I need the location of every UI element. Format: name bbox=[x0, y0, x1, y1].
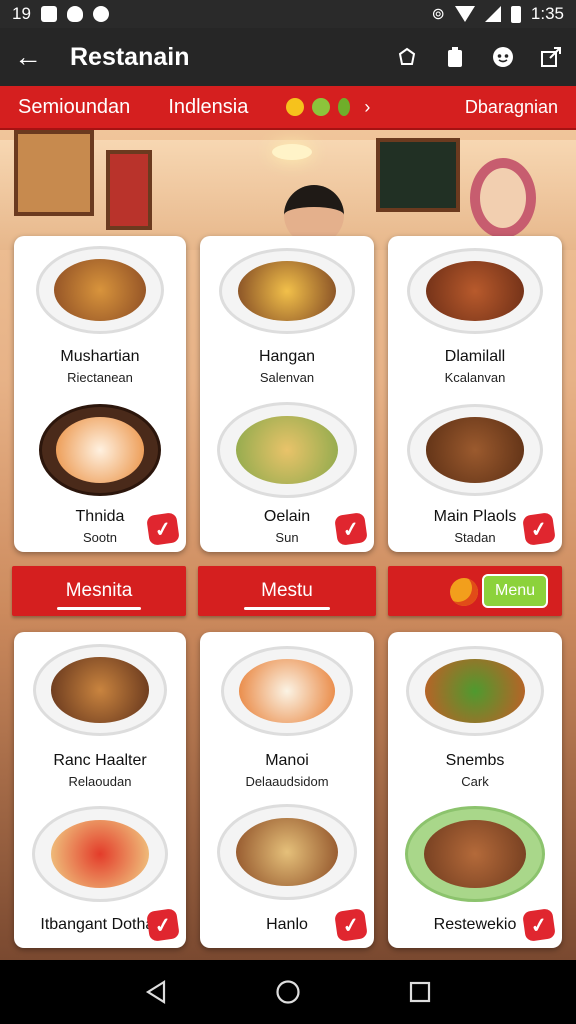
app-bar: ← Restanain bbox=[0, 28, 576, 86]
emoji-icon[interactable] bbox=[492, 46, 514, 68]
wifi-icon bbox=[454, 6, 475, 22]
ceiling-lamp bbox=[272, 144, 312, 160]
dish-subtitle: Cark bbox=[461, 774, 489, 789]
dish-name: Snembs bbox=[445, 752, 505, 769]
system-navigation-bar bbox=[0, 960, 576, 1024]
tab-indlensia[interactable]: Indlensia bbox=[168, 96, 248, 119]
check-icon[interactable]: ✓ bbox=[334, 908, 368, 942]
dish-image bbox=[217, 804, 357, 900]
dish-subtitle: Relaoudan bbox=[68, 774, 132, 789]
signal-icon bbox=[484, 6, 501, 22]
dish-name: Dlamilall bbox=[444, 348, 506, 365]
section-banner-menu: Menu bbox=[388, 566, 562, 616]
dish-subtitle: Riectanean bbox=[67, 370, 133, 385]
flame-icon bbox=[450, 578, 478, 606]
section-banner-mestu[interactable]: Mestu bbox=[198, 566, 376, 616]
dish-image bbox=[36, 246, 164, 334]
section-banner-mesnita[interactable]: Mesnita bbox=[12, 566, 186, 616]
home-circle-icon[interactable] bbox=[274, 978, 302, 1006]
banner-underline bbox=[244, 607, 330, 610]
menu-button[interactable]: Menu bbox=[482, 574, 548, 608]
dish-card[interactable]: Dlamilall Kcalanvan Main Plaols Stadan ✓ bbox=[388, 236, 562, 552]
dish-subtitle: Delaaudsidom bbox=[245, 774, 329, 789]
dish-image bbox=[32, 806, 168, 902]
recents-square-icon[interactable] bbox=[406, 978, 434, 1006]
status-bar: 19 ⊚ 1:35 bbox=[0, 0, 576, 28]
waitress-figure bbox=[470, 158, 536, 238]
dish-name: Hangan bbox=[258, 348, 316, 365]
dish-subtitle: Salenvan bbox=[259, 370, 315, 385]
dish-image bbox=[39, 404, 161, 496]
dish-image bbox=[407, 248, 543, 334]
dish-image bbox=[217, 402, 357, 498]
back-triangle-icon[interactable] bbox=[142, 978, 170, 1006]
back-arrow-icon[interactable]: ← bbox=[14, 41, 44, 73]
dish-image bbox=[406, 646, 544, 736]
dish-image bbox=[33, 644, 167, 736]
check-icon[interactable]: ✓ bbox=[522, 908, 556, 942]
check-icon[interactable]: ✓ bbox=[334, 512, 368, 546]
app-title: Restanain bbox=[70, 42, 190, 71]
vibrate-icon: ⊚ bbox=[431, 6, 445, 23]
banner-label: Mestu bbox=[261, 580, 313, 601]
dish-image bbox=[407, 404, 543, 496]
dish-card[interactable]: Hangan Salenvan Oelain Sun ✓ bbox=[200, 236, 374, 552]
dish-image bbox=[219, 248, 355, 334]
dish-image bbox=[405, 806, 545, 902]
category-tab-strip: Semioundan Indlensia › Dbaragnian bbox=[0, 86, 576, 130]
chalkboard-menu bbox=[376, 138, 460, 212]
dish-name: Mushartian bbox=[60, 348, 140, 365]
star-badge-icon bbox=[286, 98, 305, 116]
dish-card[interactable]: Mushartian Riectanean Thnida Sootn ✓ bbox=[14, 236, 186, 552]
tab-semioundan[interactable]: Semioundan bbox=[18, 96, 130, 119]
battery-icon bbox=[510, 5, 521, 23]
shield-notification-icon bbox=[66, 6, 83, 22]
leaf-icon bbox=[338, 98, 351, 116]
dish-card[interactable]: Ranc Haalter Relaoudan Itbangant Dothar … bbox=[14, 632, 186, 948]
app-notification-icon bbox=[92, 6, 109, 22]
chevron-right-icon[interactable]: › bbox=[364, 97, 370, 118]
wall-menu-picture bbox=[106, 150, 152, 230]
check-icon[interactable]: ✓ bbox=[146, 512, 180, 546]
export-icon[interactable] bbox=[540, 46, 562, 68]
dish-image bbox=[221, 646, 353, 736]
check-icon[interactable]: ✓ bbox=[522, 512, 556, 546]
dish-subtitle: Kcalanvan bbox=[444, 370, 506, 385]
banner-label: Mesnita bbox=[65, 580, 133, 601]
dish-name: Ranc Haalter bbox=[53, 752, 147, 769]
banner-underline bbox=[57, 607, 141, 610]
clipboard-icon[interactable] bbox=[444, 46, 466, 68]
notification-icon bbox=[40, 6, 57, 22]
menu-content-area: Mushartian Riectanean Thnida Sootn ✓ Han… bbox=[0, 130, 576, 960]
check-icon[interactable]: ✓ bbox=[146, 908, 180, 942]
status-time-right: 1:35 bbox=[530, 4, 564, 23]
tab-dbaragnian[interactable]: Dbaragnian bbox=[465, 97, 558, 118]
leaf-icon bbox=[312, 98, 331, 116]
dish-name: Manoi bbox=[265, 752, 309, 769]
share-icon[interactable] bbox=[396, 46, 418, 68]
dish-card[interactable]: Manoi Delaaudsidom Hanlo ✓ bbox=[200, 632, 374, 948]
bread-picture bbox=[14, 130, 94, 216]
dish-card[interactable]: Snembs Cark Restewekio ✓ bbox=[388, 632, 562, 948]
tab-icon-group bbox=[286, 98, 351, 116]
status-time-left: 19 bbox=[12, 4, 31, 23]
